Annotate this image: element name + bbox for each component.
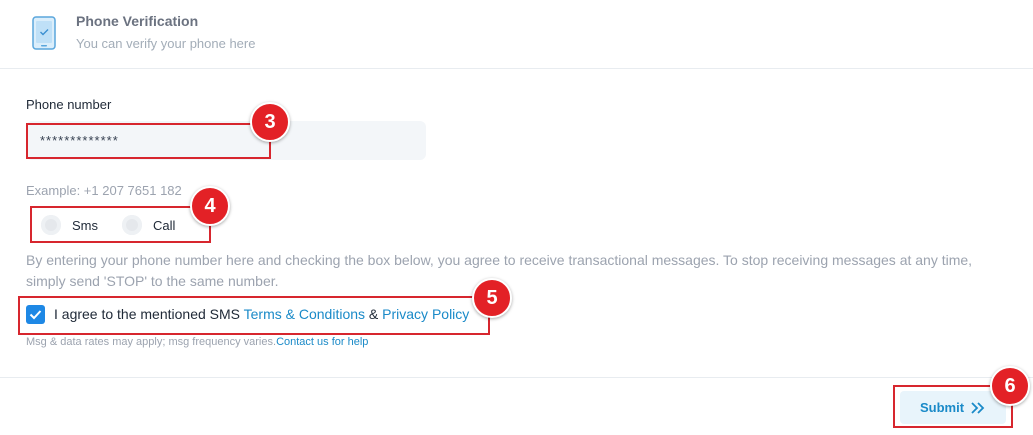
consent-text: By entering your phone number here and c… [26, 252, 973, 289]
page-header: Phone Verification You can verify your p… [0, 0, 1033, 69]
phone-number-label: Phone number [26, 97, 112, 112]
footer-divider [0, 377, 1033, 378]
fineprint: Msg & data rates may apply; msg frequenc… [26, 336, 368, 348]
fineprint-text: Msg & data rates may apply; msg frequenc… [26, 336, 277, 348]
annotation-badge-4: 4 [190, 186, 230, 226]
phone-example-hint: Example: +1 207 7651 182 [26, 183, 182, 198]
page-subtitle: You can verify your phone here [76, 36, 256, 51]
annotation-box-4 [30, 206, 211, 243]
contact-us-link[interactable]: Contact us for help [276, 336, 368, 348]
phone-check-icon [32, 16, 56, 50]
page-title: Phone Verification [76, 13, 199, 29]
annotation-box-5 [18, 296, 490, 335]
annotation-badge-5: 5 [472, 278, 512, 318]
annotation-badge-6: 6 [990, 366, 1030, 406]
annotation-box-3 [26, 123, 271, 159]
annotation-badge-3: 3 [250, 102, 290, 142]
